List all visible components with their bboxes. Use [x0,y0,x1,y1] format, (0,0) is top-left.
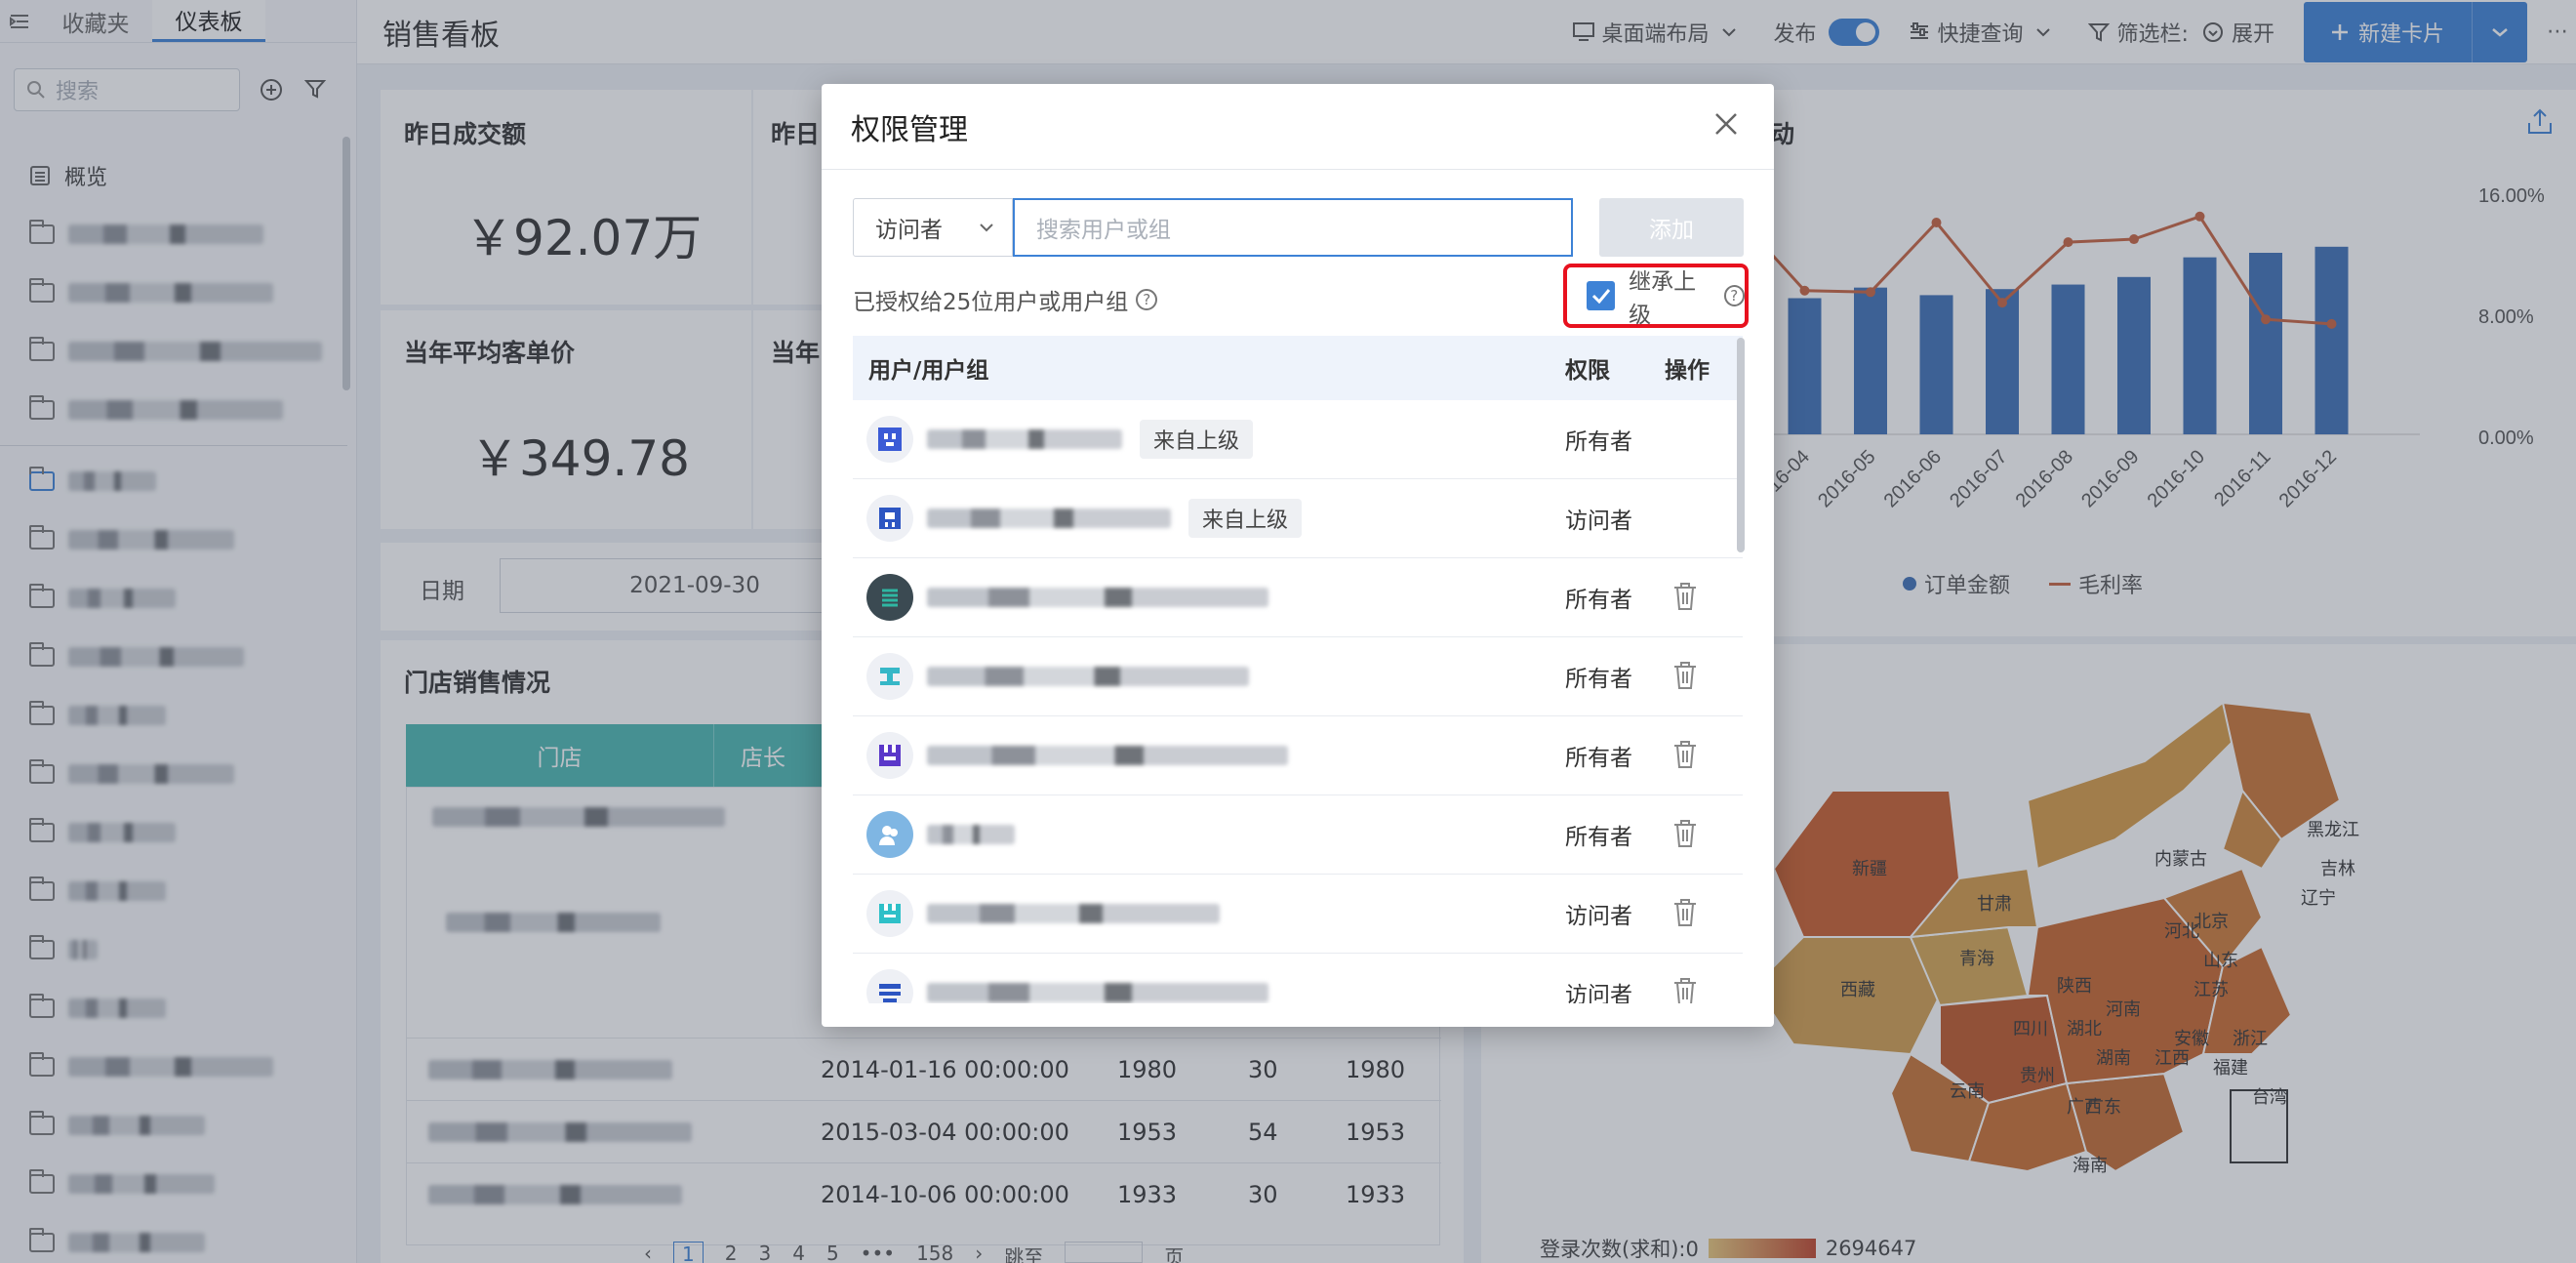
col-user: 用户/用户组 [868,358,989,384]
help-icon[interactable]: ? [1136,289,1158,310]
user-search-placeholder: 搜索用户或组 [1036,218,1171,243]
permission-table-header: 用户/用户组 权限 操作 [853,336,1743,400]
inherit-parent-checkbox[interactable]: 继承上级 ? [1563,264,1749,328]
redacted-text [927,983,1268,1002]
trash-icon[interactable] [1672,819,1698,848]
permission-modal: 权限管理 访问者 搜索用户或组 添加 已授权给25位用户或用户组 ? 继承上级 … [822,84,1774,1027]
table-row: 所有者 [853,716,1743,795]
redacted-text [927,429,1122,449]
table-row: 访问者 [853,875,1743,954]
user-group-avatar-icon [866,811,913,858]
redacted-text [927,667,1249,686]
user-avatar-icon [866,574,913,621]
redacted-text [927,509,1171,528]
group-avatar-icon [866,653,913,700]
permission-value: 所有者 [1565,746,1632,771]
permission-value: 所有者 [1565,667,1632,692]
add-button[interactable]: 添加 [1599,198,1744,257]
group-avatar-icon [866,495,913,542]
redacted-text [927,588,1268,607]
redacted-text [927,746,1288,765]
trash-icon[interactable] [1672,661,1698,690]
modal-scrollbar[interactable] [1737,338,1745,552]
table-row: 所有者 [853,795,1743,875]
modal-title: 权限管理 [851,112,968,147]
redacted-text [927,825,1015,844]
permission-table-body: 来自上级 所有者 来自上级 访问者 所有者 所有者 所有者 所有者 访问者 访问… [853,400,1743,1003]
help-icon[interactable]: ? [1723,285,1745,306]
trash-icon[interactable] [1672,898,1698,927]
close-icon[interactable] [1713,111,1739,137]
role-select[interactable]: 访问者 [853,198,1013,257]
table-row: 所有者 [853,637,1743,716]
inherit-label: 继承上级 [1629,269,1697,328]
redacted-text [927,904,1220,923]
permission-value: 所有者 [1565,825,1632,850]
permission-value: 所有者 [1565,429,1632,455]
inherited-tag: 来自上级 [1188,499,1303,538]
group-avatar-icon [866,890,913,937]
modal-header: 权限管理 [822,84,1774,170]
table-row: 访问者 [853,954,1743,1003]
col-ops: 操作 [1665,358,1710,384]
permission-value: 访问者 [1565,509,1632,534]
chevron-down-icon [980,224,993,232]
group-avatar-icon [866,969,913,1003]
table-row: 来自上级 所有者 [853,400,1743,479]
inherited-tag: 来自上级 [1140,420,1254,459]
user-search-input[interactable]: 搜索用户或组 [1013,198,1573,257]
permission-value: 访问者 [1565,983,1632,1003]
col-perm: 权限 [1565,358,1610,384]
trash-icon[interactable] [1672,582,1698,611]
trash-icon[interactable] [1672,977,1698,1003]
table-row: 来自上级 访问者 [853,479,1743,558]
trash-icon[interactable] [1672,740,1698,769]
granted-summary: 已授权给25位用户或用户组 ? [853,283,1158,316]
checkbox-checked-icon[interactable] [1587,281,1616,310]
group-avatar-icon [866,732,913,779]
group-avatar-icon [866,416,913,463]
permission-value: 访问者 [1565,904,1632,929]
role-select-value: 访问者 [875,218,943,243]
table-row: 所有者 [853,558,1743,637]
granted-text: 已授权给25位用户或用户组 [853,290,1129,315]
permission-value: 所有者 [1565,588,1632,613]
